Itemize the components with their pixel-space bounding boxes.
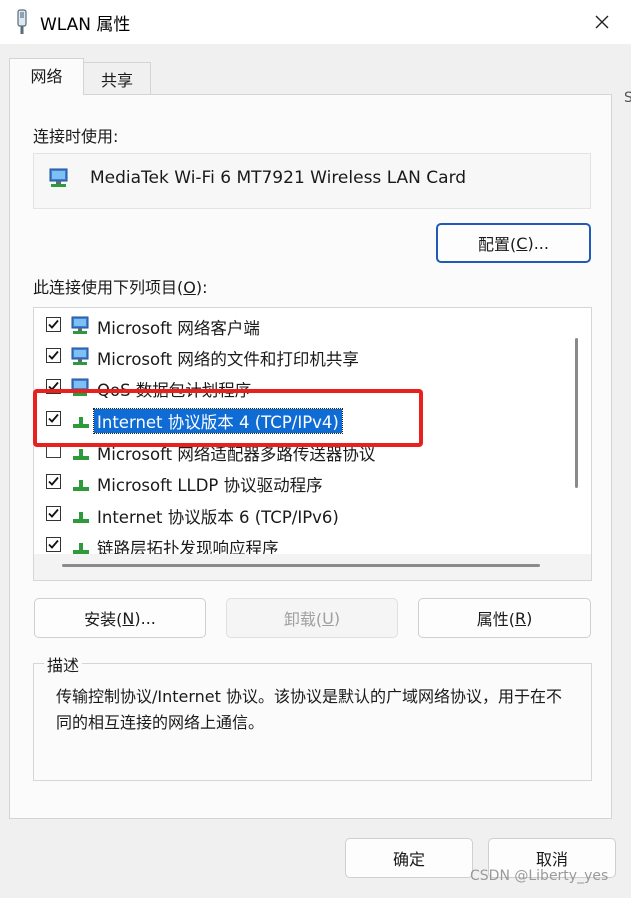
- checkbox[interactable]: [46, 537, 61, 552]
- list-item[interactable]: Microsoft 网络客户端: [34, 311, 566, 341]
- configure-label-suffix: )...: [527, 233, 549, 253]
- file-sharing-icon: [71, 347, 89, 365]
- description-legend: 描述: [44, 652, 83, 676]
- list-item[interactable]: Internet 协议版本 6 (TCP/IPv6): [34, 500, 566, 530]
- install-button[interactable]: 安装(N)...: [34, 598, 206, 638]
- checkbox[interactable]: [46, 443, 61, 458]
- check-icon: [48, 319, 59, 329]
- properties-mnemonic: R: [514, 608, 527, 628]
- check-icon: [48, 413, 59, 423]
- network-adapter-icon: [49, 168, 68, 187]
- item-label: Microsoft 网络的文件和打印机共享: [97, 350, 359, 369]
- list-item[interactable]: Microsoft 网络适配器多路传送器协议: [34, 437, 566, 467]
- list-item[interactable]: Microsoft 网络的文件和打印机共享: [34, 342, 566, 372]
- items-label: 此连接使用下列项目(O):: [33, 274, 207, 298]
- protocol-icon: [73, 449, 89, 460]
- uninstall-label-suffix: ): [333, 608, 341, 628]
- checkbox[interactable]: [46, 317, 61, 332]
- install-label-prefix: 安装(: [84, 610, 123, 629]
- item-label: Internet 协议版本 4 (TCP/IPv4): [93, 408, 343, 434]
- items-label-suffix: ):: [195, 278, 208, 297]
- close-button[interactable]: [580, 4, 624, 40]
- list-item[interactable]: QoS 数据包计划程序: [34, 373, 566, 403]
- tab-sharing-label: 共享: [100, 71, 133, 90]
- properties-button[interactable]: 属性(R): [418, 598, 591, 638]
- protocol-icon: [73, 480, 89, 491]
- cancel-label: 取消: [535, 850, 568, 869]
- horizontal-scrollbar[interactable]: [62, 564, 540, 567]
- check-icon: [48, 476, 59, 486]
- network-client-icon: [71, 316, 89, 334]
- checkbox[interactable]: [46, 411, 61, 426]
- check-icon: [48, 539, 59, 549]
- close-icon: [595, 15, 609, 29]
- items-label-mnemonic: O: [183, 278, 196, 297]
- watermark: CSDN @Liberty_yes: [470, 868, 609, 884]
- item-label: QoS 数据包计划程序: [97, 381, 252, 400]
- configure-button[interactable]: 配置(C)...: [436, 223, 591, 263]
- list-item-selected[interactable]: Internet 协议版本 4 (TCP/IPv4): [34, 405, 566, 435]
- items-label-prefix: 此连接使用下列项目(: [33, 278, 184, 297]
- checkbox[interactable]: [46, 348, 61, 363]
- checkbox[interactable]: [46, 379, 61, 394]
- properties-label-suffix: ): [526, 608, 533, 628]
- window-title: WLAN 属性: [40, 15, 131, 35]
- adapter-box: MediaTek Wi-Fi 6 MT7921 Wireless LAN Car…: [33, 153, 591, 209]
- tab-network-label: 网络: [30, 67, 63, 86]
- uninstall-label-prefix: 卸载(: [283, 610, 323, 629]
- ok-label: 确定: [392, 850, 425, 869]
- item-label: Microsoft LLDP 协议驱动程序: [97, 476, 323, 495]
- title-bar: WLAN 属性: [0, 0, 631, 44]
- vertical-scrollbar[interactable]: [575, 338, 578, 488]
- tab-network[interactable]: 网络: [9, 58, 84, 95]
- check-icon: [48, 381, 59, 391]
- ok-button[interactable]: 确定: [345, 838, 473, 878]
- adapter-name: MediaTek Wi-Fi 6 MT7921 Wireless LAN Car…: [90, 168, 467, 188]
- item-label: Internet 协议版本 6 (TCP/IPv6): [97, 508, 339, 527]
- install-mnemonic: N: [122, 608, 135, 628]
- check-icon: [48, 508, 59, 518]
- configure-mnemonic: C: [516, 233, 528, 253]
- item-label: Microsoft 网络客户端: [97, 319, 260, 338]
- qos-icon: [71, 378, 89, 396]
- uninstall-mnemonic: U: [322, 608, 334, 628]
- protocol-icon: [73, 417, 89, 428]
- checkbox[interactable]: [46, 474, 61, 489]
- horizontal-scrollbar-track: [34, 554, 591, 580]
- protocol-icon: [73, 512, 89, 523]
- description-group: 传输控制协议/Internet 协议。该协议是默认的广域网络协议，用于在不同的相…: [33, 663, 592, 781]
- uninstall-button[interactable]: 卸载(U): [226, 598, 398, 638]
- item-label: Microsoft 网络适配器多路传送器协议: [97, 445, 376, 464]
- wlan-adapter-icon: [17, 9, 27, 34]
- connect-using-label: 连接时使用:: [33, 127, 119, 146]
- check-icon: [48, 350, 59, 360]
- install-label-suffix: )...: [134, 608, 156, 628]
- properties-label-prefix: 属性(: [476, 610, 515, 629]
- list-item[interactable]: Microsoft LLDP 协议驱动程序: [34, 468, 566, 498]
- components-list[interactable]: Microsoft 网络客户端 Microsoft 网络的文件和打印机共享 Qo…: [33, 307, 592, 581]
- configure-label-prefix: 配置(: [478, 235, 517, 254]
- checkbox[interactable]: [46, 506, 61, 521]
- edge-text: S: [624, 90, 631, 106]
- tab-sharing[interactable]: 共享: [83, 62, 151, 95]
- description-text: 传输控制协议/Internet 协议。该协议是默认的广域网络协议，用于在不同的相…: [56, 687, 563, 732]
